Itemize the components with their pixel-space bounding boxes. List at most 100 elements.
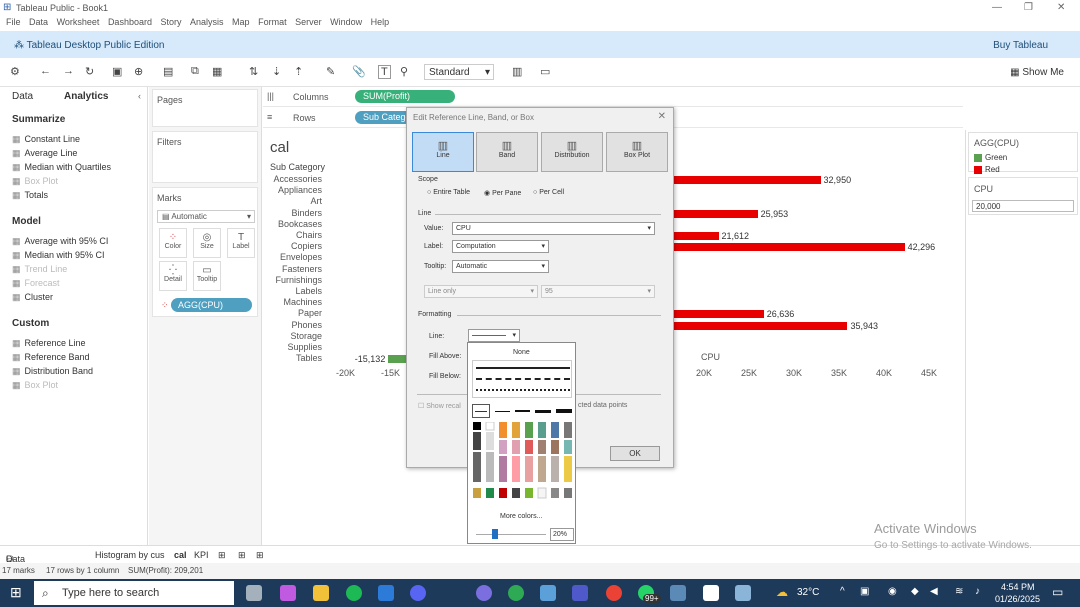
chrome-icon[interactable] (606, 585, 622, 601)
category-label-machines[interactable]: Machines (262, 297, 322, 307)
distribution-band-item[interactable]: ▦ Distribution Band (12, 366, 93, 377)
windows-start-icon[interactable]: ⊞ (10, 584, 22, 601)
opacity-slider-handle[interactable] (492, 529, 498, 539)
group-icon[interactable]: 📎 (352, 65, 366, 78)
spotify-icon[interactable] (346, 585, 362, 601)
category-label-furnishings[interactable]: Furnishings (262, 275, 322, 285)
tableau-logo-icon[interactable]: ⚙ (10, 65, 20, 78)
category-label-labels[interactable]: Labels (262, 286, 322, 296)
width-2[interactable] (495, 411, 510, 412)
menu-help[interactable]: Help (371, 17, 390, 27)
replay-icon[interactable]: ↻ (85, 65, 94, 78)
scope-entire-table[interactable]: ○ Entire Table (427, 189, 470, 196)
tab-data[interactable]: Data (12, 91, 33, 102)
legend-item-red[interactable]: Red (985, 165, 1000, 174)
show-me-button[interactable]: ▦ Show Me (1010, 67, 1064, 78)
width-3[interactable] (515, 410, 530, 412)
width-thin[interactable] (472, 404, 490, 418)
tab-cal[interactable]: cal (174, 550, 187, 560)
category-label-storage[interactable]: Storage (262, 331, 322, 341)
label-dropdown[interactable]: Computation ▾ (452, 240, 549, 253)
cpu-parameter-input[interactable]: 20,000 (972, 200, 1074, 212)
category-label-art[interactable]: Art (262, 196, 322, 206)
value-dropdown[interactable]: CPU ▾ (452, 222, 655, 235)
tab-histogram[interactable]: Histogram by cus (95, 550, 165, 560)
width-4[interactable] (535, 410, 551, 413)
tray-icon-3[interactable]: ◆ (911, 586, 919, 597)
tab-analytics[interactable]: Analytics (64, 91, 108, 102)
redo-icon[interactable]: → (63, 65, 74, 77)
show-cards-icon[interactable]: ▥ (512, 65, 522, 78)
opacity-slider[interactable] (476, 534, 546, 535)
show-recalc-checkbox[interactable]: ☐ Show recal (418, 402, 461, 410)
menu-data[interactable]: Data (29, 17, 48, 27)
type-distribution-button[interactable]: ▥ Distribution (541, 132, 603, 172)
menu-server[interactable]: Server (295, 17, 322, 27)
line-style-dropdown[interactable]: ▾ (468, 329, 520, 342)
category-label-copiers[interactable]: Copiers (262, 241, 322, 251)
category-label-tables[interactable]: Tables (262, 353, 322, 363)
tableau-taskbar-icon[interactable] (670, 585, 686, 601)
reference-line-item[interactable]: ▦ Reference Line (12, 338, 86, 349)
clock-date[interactable]: 01/26/2025 (995, 594, 1040, 604)
wifi-icon[interactable]: ≋ (955, 586, 963, 597)
speaker-icon[interactable]: ◀ (930, 586, 938, 597)
tab-kpi[interactable]: KPI (194, 550, 209, 560)
category-label-supplies[interactable]: Supplies (262, 342, 322, 352)
median-ci-item[interactable]: ▦ Median with 95% CI (12, 250, 105, 261)
sum-profit-pill[interactable]: SUM(Profit) (355, 90, 455, 103)
new-worksheet-icon[interactable]: ▤ (163, 65, 173, 78)
sort-descending-icon[interactable]: ⇡ (294, 65, 303, 78)
category-label-phones[interactable]: Phones (262, 320, 322, 330)
duplicate-icon[interactable]: ⧉ (191, 65, 199, 78)
color-button[interactable]: ⁘ Color (159, 228, 187, 258)
category-label-fasteners[interactable]: Fasteners (262, 264, 322, 274)
pattern-dotted[interactable] (476, 389, 570, 391)
app2-icon[interactable] (540, 585, 556, 601)
menu-dashboard[interactable]: Dashboard (108, 17, 152, 27)
more-colors-link[interactable]: More colors... (500, 513, 542, 520)
agg-cpu-pill[interactable]: AGG(CPU) (171, 298, 252, 312)
pattern-solid[interactable] (476, 367, 570, 369)
task-view-icon[interactable] (246, 585, 262, 601)
menu-map[interactable]: Map (232, 17, 250, 27)
totals-item[interactable]: ▦ Totals (12, 190, 48, 201)
detail-button[interactable]: ⁛ Detail (159, 261, 187, 291)
category-label-binders[interactable]: Binders (262, 208, 322, 218)
new-sheet-icon[interactable]: ⊞ (218, 550, 226, 561)
scope-per-cell[interactable]: ○ Per Cell (533, 189, 564, 196)
undo-icon[interactable]: ← (40, 65, 51, 77)
vscode-icon[interactable] (378, 585, 394, 601)
sort-ascending-icon[interactable]: ⇣ (272, 65, 281, 78)
category-label-accessories[interactable]: Accessories (262, 174, 322, 184)
file-explorer-icon[interactable] (313, 585, 329, 601)
cluster-item[interactable]: ▦ Cluster (12, 292, 53, 303)
copilot-icon[interactable] (280, 585, 296, 601)
opacity-value[interactable]: 20% (550, 528, 574, 541)
notion-icon[interactable] (703, 585, 719, 601)
size-button[interactable]: ◎ Size (193, 228, 221, 258)
menu-window[interactable]: Window (330, 17, 362, 27)
taskbar-search[interactable]: ⌕ Type here to search (34, 581, 234, 605)
legend-item-green[interactable]: Green (985, 153, 1007, 162)
maximize-icon[interactable]: ❐ (1024, 2, 1033, 13)
line-none-option[interactable]: None (513, 349, 530, 356)
category-label-bookcases[interactable]: Bookcases (262, 219, 322, 229)
type-band-button[interactable]: ▥ Band (476, 132, 538, 172)
width-5[interactable] (556, 409, 572, 413)
collapse-icon[interactable]: ‹ (138, 91, 141, 101)
menu-format[interactable]: Format (258, 17, 287, 27)
clear-sheet-icon[interactable]: ▦ (212, 65, 222, 78)
tray-icon-2[interactable]: ◉ (888, 586, 897, 597)
median-quartiles-item[interactable]: ▦ Median with Quartiles (12, 162, 111, 173)
app-icon[interactable] (476, 585, 492, 601)
tooltip-button[interactable]: ▭ Tooltip (193, 261, 221, 291)
average-line-item[interactable]: ▦ Average Line (12, 148, 77, 159)
menu-story[interactable]: Story (160, 17, 181, 27)
ok-button[interactable]: OK (610, 446, 660, 461)
menu-file[interactable]: File (6, 17, 21, 27)
average-ci-item[interactable]: ▦ Average with 95% CI (12, 236, 108, 247)
discord-icon[interactable] (410, 585, 426, 601)
minimize-icon[interactable]: — (992, 2, 1002, 13)
fix-axes-icon[interactable]: ⚲ (400, 65, 408, 78)
